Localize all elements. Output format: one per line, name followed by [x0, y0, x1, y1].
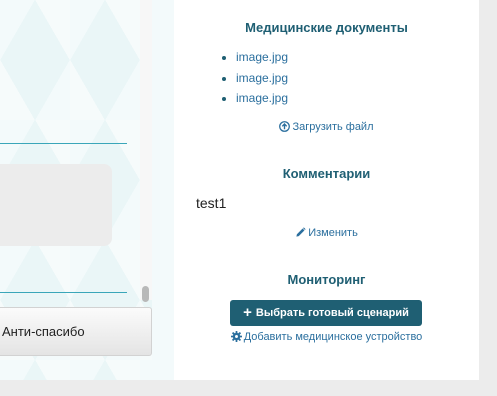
comments-title: Комментарии	[282, 166, 371, 181]
anti-thanks-label: Анти-спасибо	[2, 324, 85, 339]
list-item: image.jpg	[236, 50, 288, 71]
comment-text: test1	[196, 195, 227, 211]
add-device-label: Добавить медицинское устройство	[243, 331, 423, 343]
scrollbar-track[interactable]	[140, 0, 152, 300]
file-link[interactable]: image.jpg	[236, 91, 288, 105]
monitoring-title: Мониторинг	[287, 272, 366, 287]
divider-line	[0, 292, 127, 293]
edit-comment-link[interactable]: Изменить	[174, 227, 479, 239]
upload-circle-icon	[279, 121, 291, 132]
choose-scenario-label: Выбрать готовый сценарий	[255, 307, 409, 319]
scrollbar-thumb[interactable]	[142, 286, 149, 302]
gear-icon	[230, 331, 242, 342]
upload-file-label: Загрузить файл	[292, 121, 374, 133]
list-item: image.jpg	[236, 91, 288, 112]
divider-line	[0, 143, 127, 144]
documents-title: Медицинские документы	[245, 20, 408, 35]
file-link[interactable]: image.jpg	[236, 50, 288, 64]
file-link[interactable]: image.jpg	[236, 71, 288, 85]
upload-file-link[interactable]: Загрузить файл	[174, 121, 479, 133]
add-device-link[interactable]: Добавить медицинское устройство	[174, 331, 479, 343]
content-card	[0, 164, 112, 246]
pencil-icon	[296, 227, 306, 237]
plus-icon: +	[243, 304, 252, 321]
documents-file-list: image.jpg image.jpg image.jpg	[218, 50, 288, 112]
list-item: image.jpg	[236, 71, 288, 92]
panel-gap	[152, 0, 174, 380]
choose-scenario-button[interactable]: + Выбрать готовый сценарий	[230, 300, 422, 326]
edit-comment-label: Изменить	[308, 227, 358, 239]
anti-thanks-button[interactable]: Анти-спасибо	[0, 307, 152, 356]
patient-side-panel: Медицинские документы image.jpg image.jp…	[174, 0, 479, 380]
